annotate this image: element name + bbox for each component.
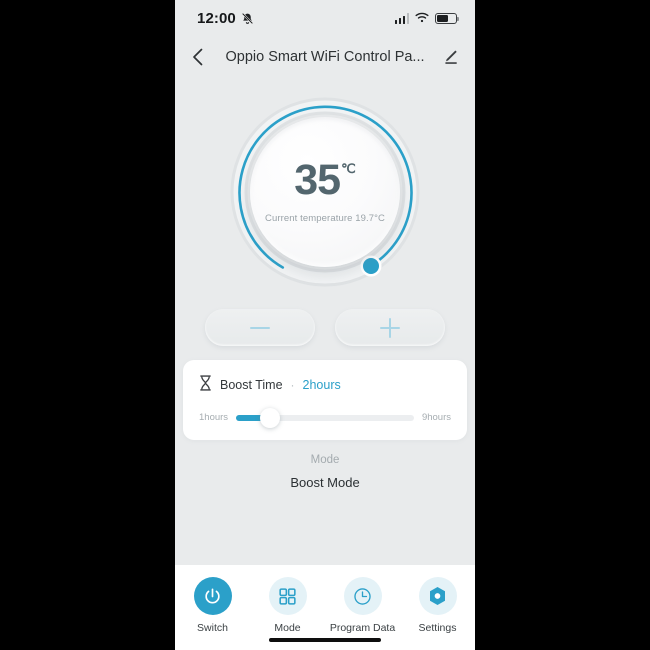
battery-icon [435, 12, 460, 25]
temperature-dial-section: 35 ℃ Current temperature 19.7°C [175, 76, 475, 307]
nav-item-switch[interactable]: Switch [175, 577, 250, 634]
target-temperature: 35 ℃ [294, 159, 355, 202]
wifi-icon [415, 10, 429, 28]
bottom-navigation: Switch Mode Program Data Settings [175, 565, 475, 650]
hourglass-icon [199, 375, 212, 394]
temperature-dial[interactable]: 35 ℃ Current temperature 19.7°C [227, 94, 423, 290]
hex-nut-settings-icon [418, 577, 457, 615]
nav-label-settings: Settings [418, 622, 457, 634]
dial-inner-face: 35 ℃ Current temperature 19.7°C [250, 116, 400, 267]
boost-time-separator: · [290, 377, 295, 392]
status-bar-time: 12:00 [197, 10, 236, 27]
nav-item-mode[interactable]: Mode [250, 577, 325, 634]
mode-section: Mode Boost Mode [175, 440, 475, 565]
mode-label: Mode [310, 454, 340, 466]
grid-icon [268, 577, 307, 615]
current-temperature-label: Current temperature 19.7°C [265, 213, 385, 224]
nav-label-mode: Mode [274, 622, 301, 634]
boost-time-label: Boost Time [220, 377, 283, 392]
temperature-unit: ℃ [341, 161, 356, 176]
nav-label-program-data: Program Data [329, 622, 396, 634]
bell-muted-icon [241, 12, 254, 25]
phone-screen: 12:00 Oppio Smart WiFi Control Pa... 35 … [175, 0, 475, 650]
nav-label-switch: Switch [197, 622, 228, 634]
boost-time-slider[interactable] [236, 407, 414, 428]
minus-icon [250, 318, 270, 338]
boost-time-value[interactable]: 2hours [303, 378, 341, 392]
status-bar-indicators [394, 10, 460, 28]
mode-value[interactable]: Boost Mode [290, 475, 359, 490]
slider-min-label: 1hours [199, 412, 229, 423]
home-indicator [269, 638, 381, 642]
target-temperature-value: 35 [294, 156, 341, 204]
status-bar: 12:00 [175, 0, 475, 37]
clock-icon [343, 577, 382, 615]
cellular-signal-icon [394, 13, 409, 24]
plus-icon [380, 317, 400, 338]
increase-temperature-button[interactable] [335, 309, 445, 346]
screenshot-stage: 12:00 Oppio Smart WiFi Control Pa... 35 … [0, 0, 650, 650]
dial-knob [363, 257, 379, 274]
slider-max-label: 9hours [421, 412, 451, 423]
boost-time-card: Boost Time · 2hours 1hours 9hours [183, 360, 467, 440]
pencil-edit-icon[interactable] [436, 49, 458, 65]
nav-item-settings[interactable]: Settings [400, 577, 475, 634]
page-title: Oppio Smart WiFi Control Pa... [225, 48, 425, 65]
boost-time-slider-row: 1hours 9hours [199, 407, 451, 428]
decrease-temperature-button[interactable] [205, 309, 315, 346]
boost-time-header: Boost Time · 2hours [199, 375, 451, 394]
power-icon [193, 577, 232, 615]
nav-item-program-data[interactable]: Program Data [325, 577, 400, 634]
app-header: Oppio Smart WiFi Control Pa... [175, 37, 475, 76]
temperature-stepper [175, 309, 475, 346]
chevron-left-icon[interactable] [192, 48, 214, 66]
slider-thumb[interactable] [259, 407, 280, 428]
